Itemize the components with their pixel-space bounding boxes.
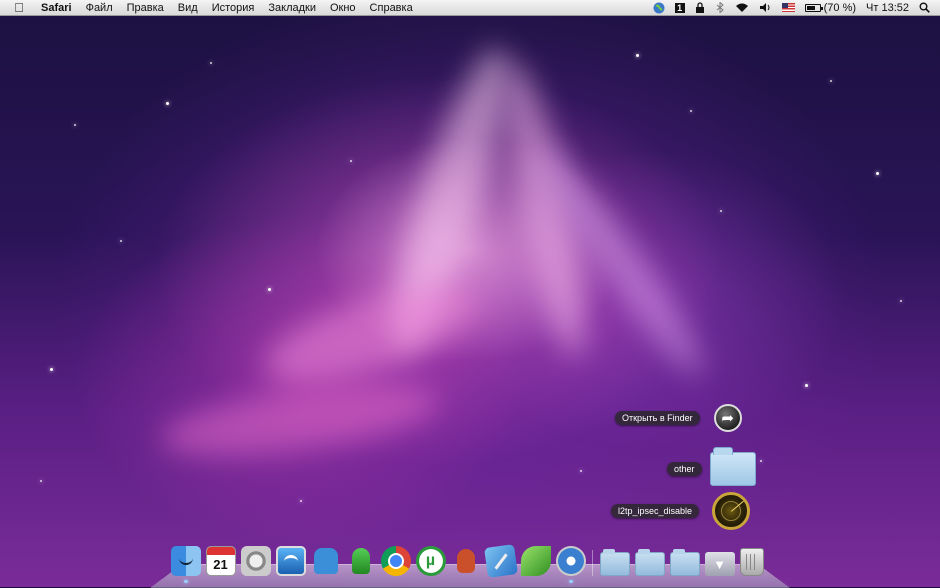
star bbox=[636, 54, 639, 57]
menu-bookmarks[interactable]: Закладки bbox=[261, 0, 323, 16]
running-indicator bbox=[183, 580, 188, 583]
star bbox=[900, 300, 902, 302]
star bbox=[50, 368, 53, 371]
downloads-icon[interactable]: ▼ bbox=[704, 552, 735, 576]
us-flag-icon[interactable] bbox=[777, 0, 800, 16]
dock-separator bbox=[592, 550, 593, 576]
dock: 21 µ ▼ bbox=[168, 540, 766, 583]
chrome-icon[interactable] bbox=[380, 546, 411, 576]
folder-icon[interactable] bbox=[709, 447, 756, 486]
star bbox=[74, 124, 76, 126]
folder-icon[interactable] bbox=[669, 549, 700, 576]
menu-view[interactable]: Вид bbox=[171, 0, 205, 16]
status-area: 1 (70 %) Чт 13:52 bbox=[648, 0, 940, 16]
star bbox=[120, 240, 122, 242]
chat-icon[interactable] bbox=[346, 546, 376, 576]
open-in-finder-arrow-icon[interactable]: ➦ bbox=[713, 404, 742, 432]
applications-folder-icon[interactable] bbox=[599, 549, 630, 576]
finder-icon[interactable] bbox=[170, 546, 201, 583]
gear-icon[interactable] bbox=[240, 546, 271, 576]
calendar-day: 21 bbox=[213, 557, 228, 572]
menu-extra-box-label: 1 bbox=[674, 2, 685, 13]
aurora-streak bbox=[254, 267, 486, 403]
star bbox=[210, 62, 212, 64]
adium-icon[interactable] bbox=[311, 546, 341, 576]
battery-percent: (70 %) bbox=[823, 1, 857, 14]
leaf-icon[interactable] bbox=[520, 546, 551, 576]
star bbox=[40, 480, 42, 482]
running-indicator bbox=[568, 580, 573, 583]
xcode-icon[interactable] bbox=[483, 544, 518, 578]
star bbox=[268, 288, 271, 291]
star bbox=[805, 384, 808, 387]
volume-icon[interactable] bbox=[754, 0, 777, 16]
spotlight-icon[interactable] bbox=[914, 0, 940, 16]
battery-status[interactable]: (70 %) bbox=[800, 0, 861, 16]
menu-extra-box-icon[interactable]: 1 bbox=[670, 0, 690, 16]
star bbox=[876, 172, 879, 175]
stack-open-in-finder[interactable]: Открыть в Finder ➦ bbox=[615, 404, 742, 432]
radar-icon[interactable] bbox=[712, 492, 751, 530]
battery-icon bbox=[804, 3, 823, 12]
stack-item-label: other bbox=[667, 462, 702, 476]
desktop-wallpaper bbox=[0, 0, 940, 587]
star bbox=[720, 210, 722, 212]
star bbox=[760, 460, 762, 462]
safari-icon[interactable] bbox=[555, 546, 586, 583]
lock-icon[interactable] bbox=[690, 0, 710, 16]
menu-window[interactable]: Окно bbox=[323, 0, 363, 16]
stack-item-l2tp[interactable]: l2tp_ipsec_disable bbox=[611, 492, 751, 530]
star bbox=[350, 160, 352, 162]
stack-item-other[interactable]: other bbox=[667, 447, 756, 486]
menu-help[interactable]: Справка bbox=[363, 0, 420, 16]
star bbox=[690, 110, 692, 112]
aurora-streak bbox=[157, 370, 443, 470]
open-in-finder-label: Открыть в Finder bbox=[615, 411, 700, 425]
star bbox=[300, 500, 302, 502]
globe-icon[interactable] bbox=[648, 0, 670, 16]
menu-history[interactable]: История bbox=[205, 0, 262, 16]
bluetooth-icon[interactable] bbox=[710, 0, 730, 16]
menu-file[interactable]: Файл bbox=[79, 0, 120, 16]
wifi-icon[interactable] bbox=[730, 0, 754, 16]
documents-folder-icon[interactable] bbox=[634, 549, 665, 576]
menu-bar:  Safari Файл Правка Вид История Закладк… bbox=[0, 0, 940, 16]
dashboard-icon[interactable] bbox=[275, 546, 306, 576]
clock[interactable]: Чт 13:52 bbox=[861, 0, 914, 16]
menu-app-name[interactable]: Safari bbox=[34, 0, 79, 16]
star bbox=[830, 80, 832, 82]
apple-logo-icon[interactable]:  bbox=[12, 0, 26, 15]
trash-icon[interactable] bbox=[739, 548, 764, 576]
star bbox=[580, 470, 582, 472]
star bbox=[166, 102, 169, 105]
stack-item-label: l2tp_ipsec_disable bbox=[611, 504, 700, 518]
utorrent-glyph: µ bbox=[425, 552, 436, 569]
menu-edit[interactable]: Правка bbox=[120, 0, 171, 16]
duck-icon[interactable] bbox=[451, 546, 481, 576]
utorrent-icon[interactable]: µ bbox=[415, 546, 446, 576]
calendar-icon[interactable]: 21 bbox=[205, 546, 236, 576]
